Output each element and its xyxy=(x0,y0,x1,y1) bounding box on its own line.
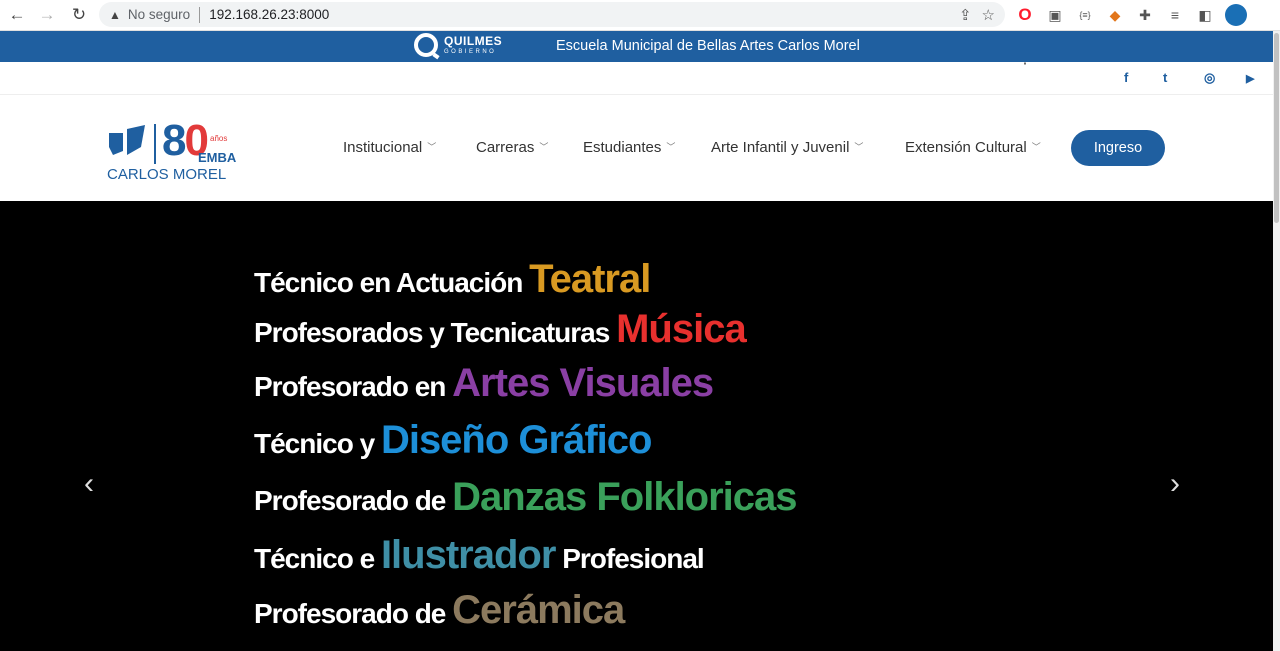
hero-line-highlight: Cerámica xyxy=(452,588,625,632)
school-title: Escuela Municipal de Bellas Artes Carlos… xyxy=(556,38,860,54)
nav-item-extension-cultural[interactable]: Extensión Cultural ﹀ xyxy=(905,139,1041,156)
hero-line-highlight: Diseño Gráfico xyxy=(380,418,653,462)
hero-line-lead: Profesorados y Tecnicaturas xyxy=(254,317,617,348)
facebook-icon[interactable]: f xyxy=(1124,70,1128,85)
logo-anos: años xyxy=(210,134,228,143)
nav-item-estudiantes[interactable]: Estudiantes ﹀ xyxy=(583,139,675,156)
logo-emba: EMBA xyxy=(198,150,237,165)
top-banner: QUILMES GOBIERNO Escuela Municipal de Be… xyxy=(0,31,1273,62)
hero-line: Profesorados y Tecnicaturas Música xyxy=(254,307,747,352)
omnibox-divider xyxy=(199,6,201,23)
scrollbar-thumb[interactable] xyxy=(1274,33,1279,223)
nav-label: Institucional xyxy=(343,139,423,156)
nav-label: Estudiantes xyxy=(583,139,662,156)
hero-line: Técnico y Diseño Gráfico xyxy=(254,418,653,463)
back-icon[interactable]: ← xyxy=(6,4,28,26)
hero-line-highlight: Ilustrador xyxy=(380,533,556,577)
puzzle-extensions-icon[interactable]: ✚ xyxy=(1135,5,1155,25)
nav-item-arte-infantil[interactable]: Arte Infantil y Juvenil ﹀ xyxy=(711,139,863,156)
hero-line-lead: Técnico en Actuación xyxy=(254,267,530,298)
browser-toolbar: ← → ↻ ▲ No seguro 192.168.26.23:8000 ⇪ ☆… xyxy=(0,0,1280,67)
hero-slider: ‹ › Técnico en Actuación Teatral Profeso… xyxy=(0,201,1273,651)
slider-next-icon[interactable]: › xyxy=(1170,467,1180,501)
json-extension-icon[interactable]: {≡} xyxy=(1075,5,1095,25)
youtube-icon[interactable]: ▶ xyxy=(1246,72,1254,85)
hero-line-trail: Profesional xyxy=(555,543,705,574)
hero-line-highlight: Danzas Folkloricas xyxy=(452,475,797,519)
slider-prev-icon[interactable]: ‹ xyxy=(84,467,94,501)
hero-line-lead: Técnico e xyxy=(254,543,381,574)
nav-label: Extensión Cultural xyxy=(905,139,1027,156)
metamask-fox-icon[interactable]: ◆ xyxy=(1105,5,1125,25)
hero-line: Profesorado de Danzas Folkloricas xyxy=(254,475,798,520)
main-navigation: 80 años EMBA CARLOS MOREL Institucional ﹀… xyxy=(0,95,1273,201)
quilmes-q-icon xyxy=(414,33,438,57)
bookmark-star-icon[interactable]: ☆ xyxy=(982,6,995,24)
hero-line: Profesorado en Artes Visuales xyxy=(254,361,714,406)
nav-label: Carreras xyxy=(476,139,535,156)
quilmes-subbrand: GOBIERNO xyxy=(444,49,497,55)
nav-item-institucional[interactable]: Institucional ﹀ xyxy=(343,139,436,156)
chevron-down-icon: ﹀ xyxy=(854,142,864,152)
chevron-down-icon: ﹀ xyxy=(666,142,676,152)
url-text[interactable]: 192.168.26.23:8000 xyxy=(209,7,329,22)
nav-item-carreras[interactable]: Carreras ﹀ xyxy=(476,139,548,156)
hero-line-highlight: Artes Visuales xyxy=(452,361,714,405)
warning-icon[interactable]: ▲ xyxy=(109,8,121,22)
hero-line: Técnico en Actuación Teatral xyxy=(254,257,651,302)
chevron-down-icon: ﹀ xyxy=(427,142,437,152)
hero-line: Profesorado de Cerámica xyxy=(254,588,625,633)
hero-line-highlight: Música xyxy=(616,307,747,351)
side-panel-icon[interactable]: ◧ xyxy=(1195,5,1215,25)
share-icon[interactable]: ⇪ xyxy=(959,6,972,24)
logo-name: CARLOS MOREL xyxy=(107,166,227,183)
ingreso-button[interactable]: Ingreso xyxy=(1071,130,1165,166)
hero-line-lead: Profesorado de xyxy=(254,598,453,629)
extension-icon[interactable]: ▣ xyxy=(1045,5,1065,25)
chevron-down-icon: ﹀ xyxy=(539,142,549,152)
twitter-icon[interactable]: t xyxy=(1163,70,1167,85)
site-logo[interactable]: 80 años EMBA CARLOS MOREL xyxy=(107,119,237,184)
hero-line-lead: Técnico y xyxy=(254,428,381,459)
emba-mark-icon xyxy=(109,125,145,155)
nav-label: Arte Infantil y Juvenil xyxy=(711,139,850,156)
hero-line-lead: Profesorado de xyxy=(254,485,453,516)
logo-eight: 8 xyxy=(162,116,187,165)
address-bar[interactable]: ▲ No seguro 192.168.26.23:8000 ⇪ ☆ xyxy=(99,2,1005,27)
profile-avatar[interactable] xyxy=(1225,4,1247,26)
reading-list-icon[interactable]: ≡ xyxy=(1165,5,1185,25)
opera-extension-icon[interactable]: O xyxy=(1015,5,1035,25)
reload-icon[interactable]: ↻ xyxy=(68,4,90,26)
page-scrollbar[interactable] xyxy=(1273,31,1280,651)
hero-line-lead: Profesorado en xyxy=(254,371,453,402)
security-label[interactable]: No seguro xyxy=(128,7,190,22)
hero-line: Técnico e Ilustrador Profesional xyxy=(254,533,705,578)
social-bar: f t ◎ ▶ xyxy=(0,62,1273,95)
logo-divider xyxy=(154,124,156,164)
chevron-down-icon: ﹀ xyxy=(1031,142,1041,152)
quilmes-logo[interactable]: QUILMES GOBIERNO xyxy=(414,33,502,57)
forward-icon[interactable]: → xyxy=(36,4,58,26)
instagram-icon[interactable]: ◎ xyxy=(1204,70,1215,86)
hero-line-highlight: Teatral xyxy=(529,257,651,301)
quilmes-brand: QUILMES xyxy=(444,34,503,48)
